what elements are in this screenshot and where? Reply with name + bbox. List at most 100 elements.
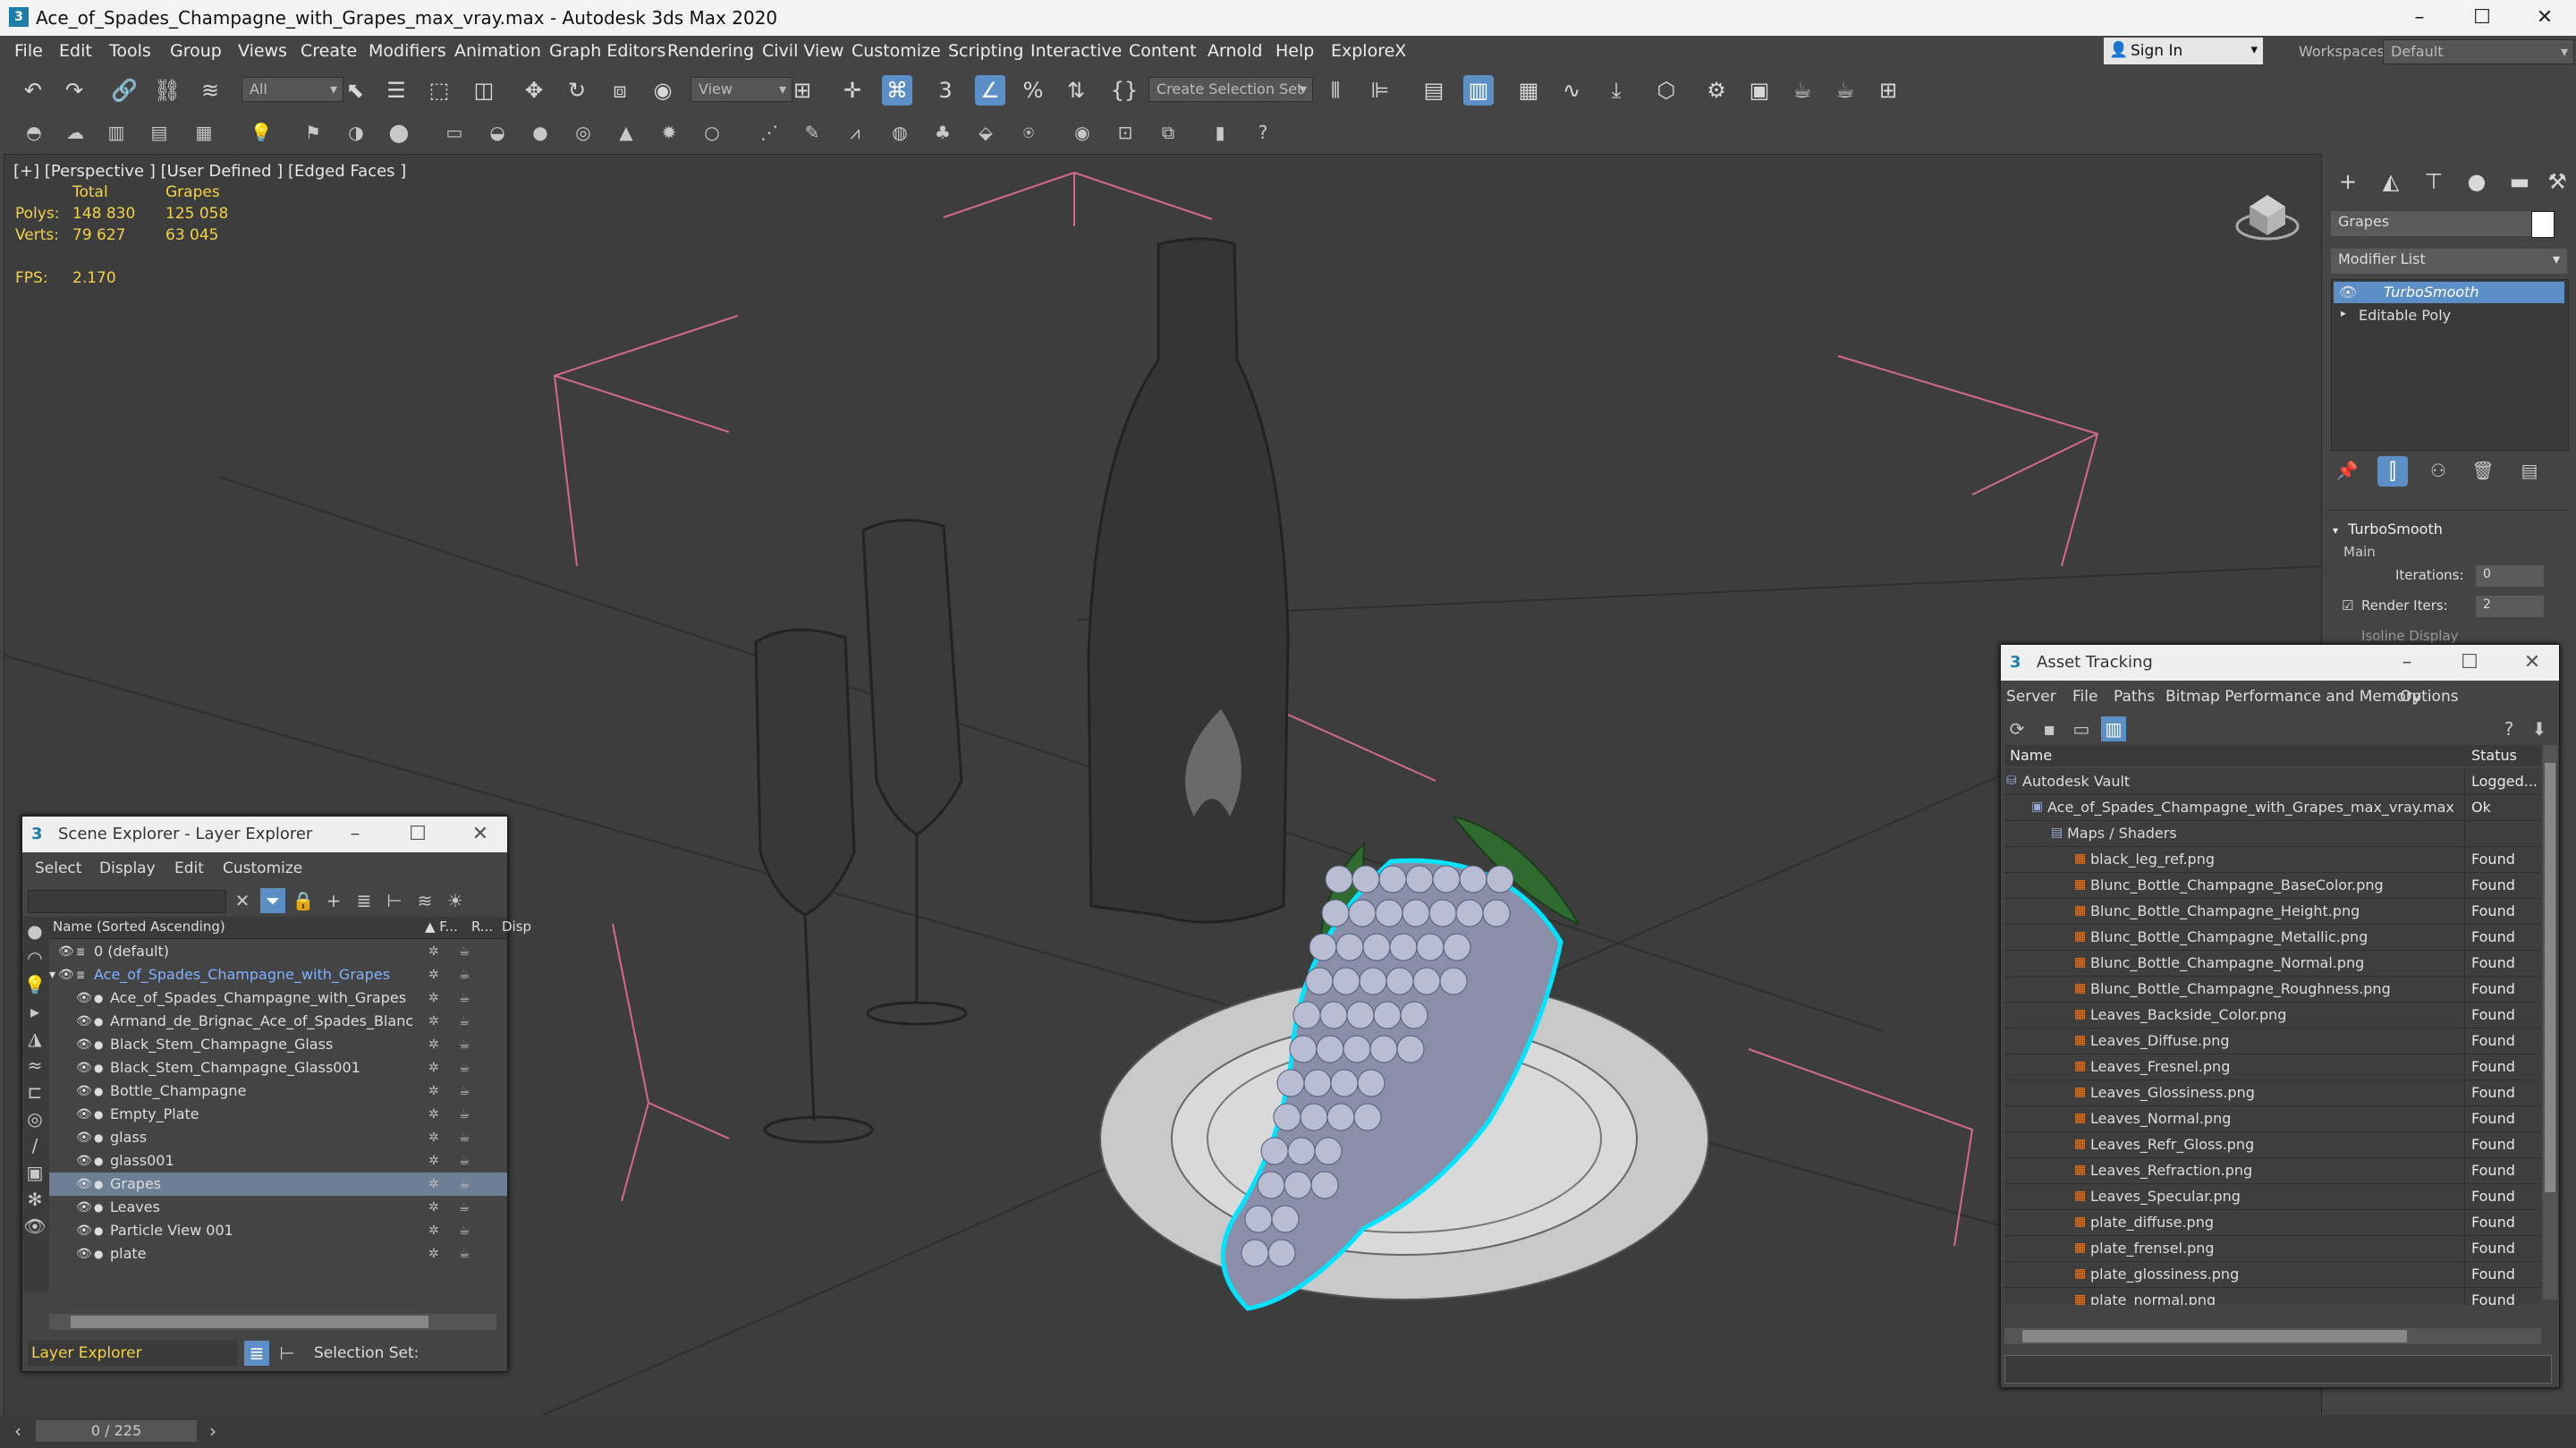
- tree-view-icon[interactable]: ▥: [2101, 716, 2126, 741]
- visibility-eye-icon[interactable]: 👁: [76, 1242, 92, 1266]
- help-icon[interactable]: ?: [2496, 716, 2521, 741]
- window-crossing-icon[interactable]: ◫: [469, 75, 499, 106]
- se-menu-edit[interactable]: Edit: [174, 859, 204, 877]
- menu-modifiers[interactable]: Modifiers: [369, 41, 446, 61]
- se-search-input[interactable]: [28, 890, 226, 913]
- proxy-icon[interactable]: ⬙: [973, 120, 998, 145]
- shape-filter-icon[interactable]: ◠: [22, 945, 47, 970]
- toggle-ribbon-icon[interactable]: ▦: [1513, 75, 1544, 106]
- se-row[interactable]: 👁 ● Bottle_Champagne ✲ ☕: [49, 1080, 507, 1103]
- renderable-toggle-icon[interactable]: ☕: [459, 1219, 470, 1242]
- hair-icon[interactable]: ✎: [800, 120, 825, 145]
- help-icon[interactable]: ?: [1250, 120, 1275, 145]
- layers-icon[interactable]: ≣: [352, 888, 377, 913]
- renderable-toggle-icon[interactable]: ☕: [459, 1103, 470, 1126]
- minimize-button[interactable]: –: [328, 817, 382, 852]
- asset-row[interactable]: ▣ Ace_of_Spades_Champagne_with_Grapes_max…: [2004, 794, 2541, 821]
- visibility-eye-icon[interactable]: 👁: [76, 1056, 92, 1080]
- configure-modifier-icon[interactable]: ▤: [2517, 458, 2542, 483]
- menu-edit[interactable]: Edit: [59, 41, 92, 61]
- pin-stack-icon[interactable]: 📌: [2334, 458, 2360, 483]
- mesh-icon[interactable]: ⩘: [843, 120, 868, 145]
- se-row[interactable]: 👁 ● Particle View 001 ✲ ☕: [49, 1219, 507, 1242]
- helper-filter-icon[interactable]: ◮: [22, 1026, 47, 1051]
- group-filter-icon[interactable]: ⊏: [22, 1080, 47, 1105]
- scale-icon[interactable]: ⧈: [605, 75, 635, 106]
- rendered-frame-window-icon[interactable]: ▣: [1744, 75, 1775, 106]
- plant-icon[interactable]: ♣: [930, 120, 955, 145]
- menu-scripting[interactable]: Scripting: [948, 41, 1024, 61]
- menu-animation[interactable]: Animation: [454, 41, 541, 61]
- make-unique-icon[interactable]: ⚇: [2426, 458, 2451, 483]
- freeze-toggle-icon[interactable]: ✲: [428, 1033, 439, 1056]
- lock-icon[interactable]: 🔒: [291, 888, 316, 913]
- visibility-eye-icon[interactable]: 👁: [76, 1033, 92, 1056]
- renderable-toggle-icon[interactable]: ☕: [459, 1126, 470, 1149]
- se-row[interactable]: 👁 ▾ ≣ Ace_of_Spades_Champagne_with_Grapes ✲ ☕: [49, 963, 507, 987]
- scrollbar-thumb[interactable]: [2545, 763, 2555, 1192]
- camera-filter-icon[interactable]: ▸: [22, 999, 47, 1024]
- torus-icon[interactable]: ◎: [571, 120, 596, 145]
- edit-named-selection-icon[interactable]: {}: [1109, 75, 1140, 106]
- dome-icon[interactable]: ◒: [485, 120, 510, 145]
- visibility-eye-icon[interactable]: 👁: [76, 1173, 92, 1196]
- remove-modifier-icon[interactable]: 🗑: [2470, 458, 2496, 483]
- visibility-eye-icon[interactable]: 👁: [76, 1080, 92, 1103]
- rect-selection-icon[interactable]: ⬚: [424, 75, 454, 106]
- fur-icon[interactable]: ⍟: [1016, 120, 1041, 145]
- hierarchy-tab-icon[interactable]: ⊤: [2419, 166, 2449, 197]
- renderable-toggle-icon[interactable]: ☕: [459, 1033, 470, 1056]
- selection-filter-dropdown[interactable]: All ▾: [242, 77, 343, 102]
- object-name-field[interactable]: Grapes: [2331, 211, 2533, 236]
- cone-icon[interactable]: ▲: [614, 120, 639, 145]
- add-layer-icon[interactable]: +: [321, 888, 346, 913]
- close-button[interactable]: ✕: [2505, 645, 2559, 681]
- sign-in-dropdown[interactable]: 👤 Sign In ▾: [2104, 38, 2263, 64]
- renderable-toggle-icon[interactable]: ☕: [459, 1196, 470, 1219]
- show-end-result-icon[interactable]: ⫿: [2377, 456, 2408, 487]
- se-horizontal-scrollbar[interactable]: [49, 1314, 496, 1330]
- asset-row[interactable]: ▤ Maps / Shaders: [2004, 820, 2541, 847]
- expand-arrow-icon[interactable]: ▸: [2341, 307, 2346, 319]
- hierarchy-mode-icon[interactable]: ⊢: [275, 1341, 300, 1366]
- utilities-tab-icon[interactable]: ⚒: [2542, 166, 2572, 197]
- at-menu-server[interactable]: Server: [2006, 688, 2056, 706]
- motion-tab-icon[interactable]: ●: [2462, 166, 2492, 197]
- container-filter-icon[interactable]: ▣: [22, 1160, 47, 1185]
- renderable-toggle-icon[interactable]: ☕: [459, 963, 470, 987]
- menu-customize[interactable]: Customize: [852, 41, 941, 61]
- close-button[interactable]: ✕: [2504, 0, 2576, 36]
- se-menu-display[interactable]: Display: [99, 859, 156, 877]
- camera-icon[interactable]: ⚑: [301, 120, 326, 145]
- at-menu-paths[interactable]: Paths: [2114, 688, 2155, 706]
- table-view-icon[interactable]: ▭: [2069, 716, 2094, 741]
- freeze-toggle-icon[interactable]: ✲: [428, 940, 439, 963]
- eye-icon[interactable]: 👁: [2339, 284, 2357, 301]
- freeze-toggle-icon[interactable]: ✲: [428, 1126, 439, 1149]
- xref-filter-icon[interactable]: ◎: [22, 1106, 47, 1131]
- geometry-filter-icon[interactable]: ●: [22, 919, 47, 944]
- se-row[interactable]: 👁 ● Leaves ✲ ☕: [49, 1196, 507, 1219]
- col-render-header[interactable]: R...: [471, 919, 493, 935]
- asset-row[interactable]: ▦ Leaves_Fresnel.png Found: [2004, 1054, 2541, 1080]
- grid-icon[interactable]: ⋰: [757, 120, 782, 145]
- freeze-toggle-icon[interactable]: ✲: [428, 1219, 439, 1242]
- brush-icon[interactable]: ▤: [147, 120, 172, 145]
- render-in-cloud-icon[interactable]: ⊞: [1873, 75, 1903, 106]
- se-row[interactable]: 👁 ● plate ✲ ☕: [49, 1242, 507, 1266]
- mirror-icon[interactable]: ⫴: [1320, 75, 1351, 106]
- menu-interactive[interactable]: Interactive: [1030, 41, 1122, 61]
- asset-row[interactable]: ▦ plate_diffuse.png Found: [2004, 1209, 2541, 1236]
- modifier-list-dropdown[interactable]: Modifier List ▾: [2331, 249, 2567, 274]
- spacewarp-icon[interactable]: ⬤: [386, 120, 411, 145]
- stack-item-turbosmooth[interactable]: 👁 TurboSmooth: [2334, 282, 2564, 303]
- asset-row[interactable]: ▦ Blunc_Bottle_Champagne_Metallic.png Foun…: [2004, 924, 2541, 951]
- scrollbar-thumb[interactable]: [71, 1316, 428, 1328]
- se-menu-select[interactable]: Select: [35, 859, 81, 877]
- menu-rendering[interactable]: Rendering: [667, 41, 754, 61]
- render-iters-spinner[interactable]: 2: [2476, 596, 2544, 617]
- se-row[interactable]: 👁 ● Grapes ✲ ☕: [49, 1173, 507, 1196]
- menu-file[interactable]: File: [14, 41, 43, 61]
- undo-icon[interactable]: ↶: [18, 75, 48, 106]
- render-iters-checkbox[interactable]: ☑: [2342, 597, 2353, 614]
